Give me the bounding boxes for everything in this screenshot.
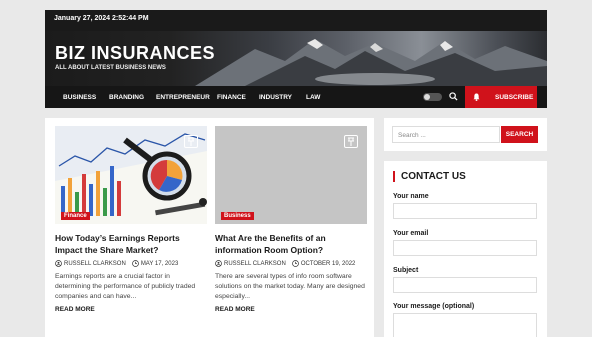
subject-label: Subject xyxy=(393,267,419,274)
email-label: Your email xyxy=(393,230,429,237)
name-label: Your name xyxy=(393,193,429,200)
email-field[interactable] xyxy=(393,240,537,256)
pin-icon xyxy=(184,135,198,148)
contact-widget: CONTACT US Your name Your email Subject … xyxy=(384,161,547,337)
pin-icon xyxy=(344,135,358,148)
current-datetime: January 27, 2024 2:52:44 PM xyxy=(54,15,149,22)
search-button[interactable]: SEARCH xyxy=(501,126,538,143)
post-author[interactable]: RUSSELL CLARKSON xyxy=(224,261,286,267)
posts-area: Finance How Today’s Earnings Reports Imp… xyxy=(45,118,374,337)
site-title[interactable]: BIZ INSURANCES xyxy=(55,43,215,64)
clock-icon xyxy=(131,260,139,267)
subscribe-label: SUBSCRIBE xyxy=(495,94,534,101)
subscribe-button[interactable]: SUBSCRIBE xyxy=(465,86,537,108)
post-date: MAY 17, 2023 xyxy=(140,260,179,267)
post-date: OCTOBER 19, 2022 xyxy=(300,260,356,267)
search-icon[interactable] xyxy=(449,92,458,101)
subject-field[interactable] xyxy=(393,277,537,293)
post-title[interactable]: What Are the Benefits of an information … xyxy=(215,232,367,256)
read-more-link[interactable]: READ MORE xyxy=(215,306,367,313)
message-label: Your message (optional) xyxy=(393,303,475,310)
bell-icon xyxy=(473,93,480,101)
post-thumbnail[interactable]: Finance xyxy=(55,126,207,224)
top-bar: January 27, 2024 2:52:44 PM xyxy=(45,10,547,31)
dark-mode-toggle[interactable] xyxy=(423,93,442,101)
toggle-knob xyxy=(424,94,430,100)
nav-item-finance[interactable]: FINANCE xyxy=(217,94,246,101)
post-card: Business What Are the Benefits of an inf… xyxy=(215,126,367,313)
nav-item-law[interactable]: LAW xyxy=(306,94,320,101)
search-input[interactable]: Search ... xyxy=(392,126,500,143)
post-author[interactable]: RUSSELL CLARKSON xyxy=(64,261,126,267)
nav-item-branding[interactable]: BRANDING xyxy=(109,94,144,101)
post-card: Finance How Today’s Earnings Reports Imp… xyxy=(55,126,207,313)
category-badge[interactable]: Finance xyxy=(61,212,90,220)
post-meta: RUSSELL CLARKSON MAY 17, 2023 xyxy=(55,260,207,267)
main-nav: BUSINESS BRANDING ENTREPRENEUR FINANCE I… xyxy=(45,86,547,108)
nav-item-business[interactable]: BUSINESS xyxy=(63,94,96,101)
contact-heading: CONTACT US xyxy=(393,171,466,182)
author-icon xyxy=(215,260,222,267)
nav-item-entrepreneur[interactable]: ENTREPRENEUR xyxy=(156,94,210,101)
post-title[interactable]: How Today’s Earnings Reports Impact the … xyxy=(55,232,207,256)
clock-icon xyxy=(291,260,299,267)
message-field[interactable] xyxy=(393,313,537,337)
post-excerpt: Earnings reports are a crucial factor in… xyxy=(55,273,196,300)
category-badge[interactable]: Business xyxy=(221,212,254,220)
search-widget: Search ... SEARCH xyxy=(384,118,547,151)
read-more-link[interactable]: READ MORE xyxy=(55,306,207,313)
author-icon xyxy=(55,260,62,267)
post-meta: RUSSELL CLARKSON OCTOBER 19, 2022 xyxy=(215,260,367,267)
nav-item-industry[interactable]: INDUSTRY xyxy=(259,94,292,101)
name-field[interactable] xyxy=(393,203,537,219)
site-header: BIZ INSURANCES ALL ABOUT LATEST BUSINESS… xyxy=(45,31,547,86)
post-excerpt: There are several types of info room sof… xyxy=(215,273,365,300)
site-tagline: ALL ABOUT LATEST BUSINESS NEWS xyxy=(55,65,166,71)
post-thumbnail[interactable]: Business xyxy=(215,126,367,224)
